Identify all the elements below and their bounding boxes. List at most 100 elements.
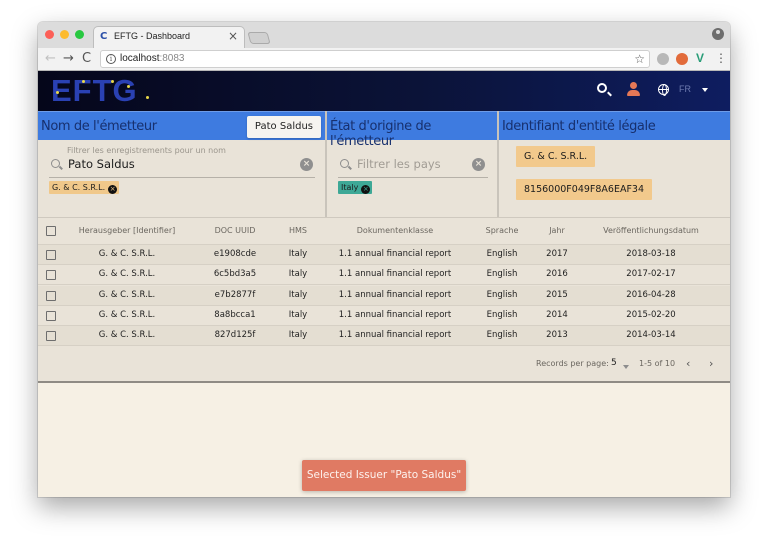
column-header[interactable]: Herausgeber [Identifier] [79,226,175,235]
column-header[interactable]: Dokumentenklasse [357,226,433,235]
caret-down-icon[interactable] [702,88,708,92]
issuer-chip: G. & C. S.R.L. × [49,181,120,194]
url-text[interactable]: localhost:8083 [120,53,185,64]
logo-star-icon [127,85,130,88]
close-window-button[interactable] [45,30,54,39]
address-bar[interactable]: i localhost:8083 ☆ [100,50,650,68]
row-checkbox[interactable] [46,310,56,321]
back-button[interactable]: ← [45,51,56,67]
tab-title: EFTG - Dashboard [114,31,191,41]
issuer-cell: G. & C. S.R.L. [98,249,156,259]
logo-star-icon [56,91,59,94]
globe-icon[interactable] [658,84,669,96]
year-cell: 2017 [546,249,568,259]
issuer-name-header: Nom de l'émetteur Pato Saldus [38,111,325,140]
input-underline [49,177,315,178]
doc-uuid-cell: 8a8bcca1 [214,309,256,320]
issuer-cell: G. & C. S.R.L. [98,309,156,320]
doc-uuid-cell: e1908cde [213,249,257,259]
lei-header: Identifiant d'entité légale [499,111,730,140]
language-cell: English [486,330,518,341]
user-icon[interactable] [627,82,640,98]
table-row[interactable]: G. & C. S.R.L. e1908cde Italy 1.1 annual fi… [38,245,730,265]
maximize-window-button[interactable] [75,30,84,39]
chip-remove-icon[interactable]: × [108,185,118,194]
reload-button[interactable]: C [82,51,91,67]
document-class-cell: 1.1 annual financial report [338,309,452,320]
document-class-cell: 1.1 annual financial report [338,330,452,341]
app-header: EFTG FR [38,71,730,111]
hms-cell: Italy [288,309,308,320]
logo-star-icon [82,80,85,83]
column-header[interactable]: Jahr [549,226,565,235]
page-range: 1-5 of 10 [639,359,676,368]
country-search-input[interactable]: Filtrer les pays [357,157,441,171]
table-header-row: Herausgeber [Identifier] DOC UUID HMS Do… [38,218,730,245]
select-all-checkbox[interactable] [46,226,56,236]
new-tab-button[interactable] [247,32,271,44]
eftg-logo[interactable]: EFTG [51,73,138,109]
hms-cell: Italy [288,330,308,341]
table-row[interactable]: G. & C. S.R.L. e7b2877f Italy 1.1 annual fi… [38,285,730,306]
clear-country-search-icon[interactable]: × [472,158,485,171]
issuer-filter-label: Filtrer les enregistrements pour un nom [67,146,226,155]
column-header[interactable]: Veröffentlichungsdatum [603,226,699,235]
selected-issuer-button[interactable]: Pato Saldus [246,116,321,138]
home-state-header: État d'origine de l'émetteur [327,111,497,149]
adblock-icon[interactable] [657,53,669,65]
year-cell: 2013 [546,330,568,341]
year-cell: 2014 [546,309,568,320]
vue-devtools-icon[interactable]: V [696,51,704,65]
row-checkbox[interactable] [46,331,56,342]
issuer-search-input[interactable]: Pato Saldus [68,157,135,171]
language-cell: English [486,289,518,300]
browser-toolbar: ← → C i localhost:8083 ☆ V ⋮ [38,48,730,71]
home-state-panel: État d'origine de l'émetteur Filtrer les… [327,111,499,217]
browser-window: C EFTG - Dashboard × ← → C i localhost:8… [38,22,730,497]
publication-date-cell: 2018-03-18 [626,249,676,259]
favicon-icon: C [100,31,108,42]
duckduckgo-icon[interactable] [676,53,688,65]
table-row[interactable]: G. & C. S.R.L. 8a8bcca1 Italy 1.1 annual fi… [38,306,730,326]
row-checkbox[interactable] [46,290,56,301]
column-header[interactable]: HMS [289,226,307,235]
search-icon[interactable] [597,83,607,93]
publication-date-cell: 2016-04-28 [626,289,676,300]
browser-menu-icon[interactable]: ⋮ [715,51,727,65]
tab-close-icon[interactable]: × [228,29,238,43]
row-checkbox[interactable] [46,250,56,260]
bookmark-star-icon[interactable]: ☆ [634,52,645,66]
table-row[interactable]: G. & C. S.R.L. 6c5bd3a5 Italy 1.1 annual fi… [38,265,730,286]
minimize-window-button[interactable] [60,30,69,39]
chip-remove-icon[interactable]: × [361,185,371,194]
filter-panels: Nom de l'émetteur Pato Saldus Filtrer le… [38,111,730,217]
browser-tab[interactable]: C EFTG - Dashboard × [93,26,245,48]
info-icon[interactable]: i [106,54,116,64]
document-class-cell: 1.1 annual financial report [338,269,452,280]
table-row[interactable]: G. & C. S.R.L. 827d125f Italy 1.1 annual fi… [38,326,730,347]
logo-star-icon [111,80,114,83]
records-per-page-select[interactable]: 5 [611,358,617,368]
year-cell: 2016 [546,269,568,280]
records-per-page-label: Records per page: [536,359,609,368]
lei-code-item[interactable]: 8156000F049F8A6EAF34 [516,179,653,200]
column-header[interactable]: Sprache [486,226,519,235]
column-header[interactable]: DOC UUID [215,226,256,235]
lei-issuer-item[interactable]: G. & C. S.R.L. [516,146,596,167]
panel-title: État d'origine de l'émetteur [330,119,431,149]
search-icon [340,159,349,168]
language-cell: English [486,249,518,259]
caret-down-icon[interactable] [623,365,629,369]
publication-date-cell: 2014-03-14 [626,330,676,341]
previous-page-button[interactable]: ‹ [686,357,690,370]
language-selector[interactable]: FR [679,84,691,94]
clear-issuer-search-icon[interactable]: × [300,158,313,171]
publication-date-cell: 2015-02-20 [626,309,676,320]
forward-button[interactable]: → [63,51,74,67]
next-page-button[interactable]: › [709,357,713,370]
row-checkbox[interactable] [46,270,56,281]
country-chip: Italy × [338,181,373,194]
lei-panel: Identifiant d'entité légale G. & C. S.R.… [499,111,730,217]
profile-icon[interactable] [712,28,724,40]
input-underline [338,177,488,178]
